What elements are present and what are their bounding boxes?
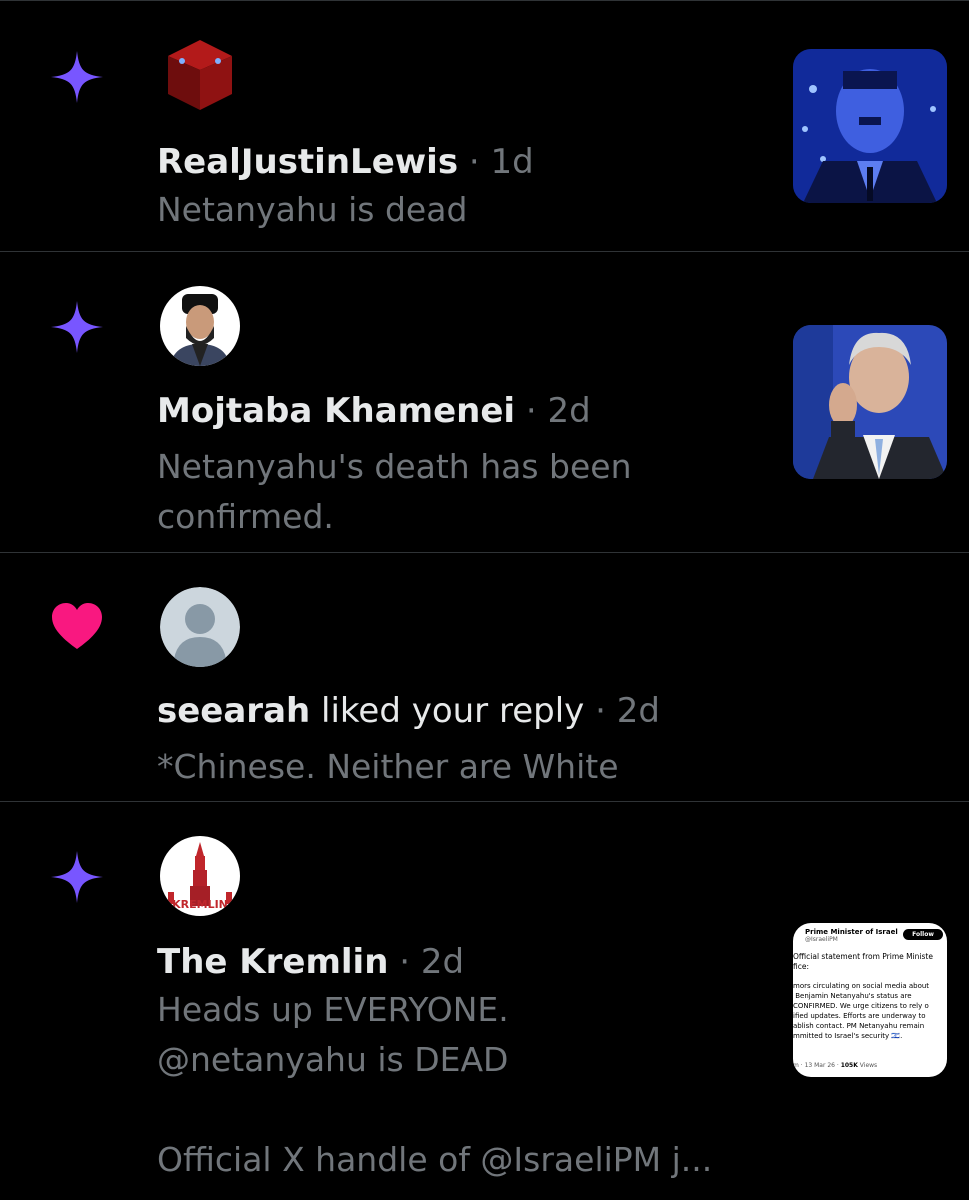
red-cube-avatar[interactable] bbox=[160, 34, 240, 114]
post-text: Netanyahu is dead bbox=[157, 190, 468, 229]
embedded-footer: m · 13 Mar 26 · 105K Views bbox=[793, 1062, 877, 1069]
embedded-footer-views-label: Views bbox=[857, 1062, 878, 1069]
notification-item[interactable]: seearah liked your reply · 2d *Chinese. … bbox=[0, 553, 969, 802]
sparkle-icon bbox=[51, 51, 103, 103]
embedded-footer-time: m · 13 Mar 26 · bbox=[793, 1062, 841, 1069]
timestamp: · 2d bbox=[525, 391, 591, 431]
netanyahu-photo-thumbnail[interactable] bbox=[793, 325, 947, 479]
notification-item[interactable]: KREMLIN The Kremlin · 2d Heads up EVERYO… bbox=[0, 802, 969, 1200]
embedded-footer-views: 105K bbox=[840, 1062, 858, 1069]
embedded-follow-button: Follow bbox=[903, 929, 943, 940]
tweet-screenshot-thumbnail[interactable]: Prime Minister of Israel @IsraeliPM Foll… bbox=[793, 923, 947, 1077]
embedded-statement-line2: fice: bbox=[793, 962, 809, 971]
blue-portrait-thumbnail[interactable] bbox=[793, 49, 947, 203]
author-name[interactable]: RealJustinLewis bbox=[157, 142, 458, 182]
sparkle-icon bbox=[51, 301, 103, 353]
timestamp: · 2d bbox=[399, 942, 465, 982]
embedded-handle: @IsraeliPM bbox=[805, 936, 838, 943]
sparkle-icon bbox=[51, 851, 103, 903]
notification-item[interactable]: RealJustinLewis · 1d Netanyahu is dead bbox=[0, 0, 969, 252]
embedded-statement-line1: Official statement from Prime Ministe bbox=[793, 952, 933, 961]
post-text: Netanyahu's death has been confirmed. bbox=[157, 447, 632, 536]
notification-headline: Mojtaba Khamenei · 2d bbox=[157, 389, 591, 433]
notification-headline: The Kremlin · 2d bbox=[157, 940, 464, 984]
timestamp: · 1d bbox=[468, 142, 534, 182]
timestamp: · 2d bbox=[584, 691, 660, 731]
default-avatar[interactable] bbox=[160, 587, 240, 667]
cleric-avatar[interactable] bbox=[160, 286, 240, 366]
notification-item[interactable]: Mojtaba Khamenei · 2d Netanyahu's death … bbox=[0, 252, 969, 553]
kremlin-avatar-label: KREMLIN bbox=[172, 898, 228, 911]
embedded-statement-body: mors circulating on social media about B… bbox=[793, 982, 930, 1040]
heart-icon bbox=[52, 603, 102, 649]
author-name[interactable]: Mojtaba Khamenei bbox=[157, 391, 515, 431]
like-action-text: liked your reply bbox=[310, 691, 585, 731]
author-name[interactable]: The Kremlin bbox=[157, 942, 388, 982]
notification-headline: seearah liked your reply · 2d bbox=[157, 689, 660, 733]
embedded-account-name: Prime Minister of Israel bbox=[805, 928, 898, 936]
kremlin-avatar[interactable]: KREMLIN bbox=[160, 836, 240, 916]
liked-reply-text: *Chinese. Neither are White bbox=[157, 747, 619, 786]
notification-headline: RealJustinLewis · 1d bbox=[157, 140, 534, 184]
post-text: Heads up EVERYONE. @netanyahu is DEAD Of… bbox=[157, 990, 713, 1179]
author-name[interactable]: seearah bbox=[157, 691, 310, 731]
